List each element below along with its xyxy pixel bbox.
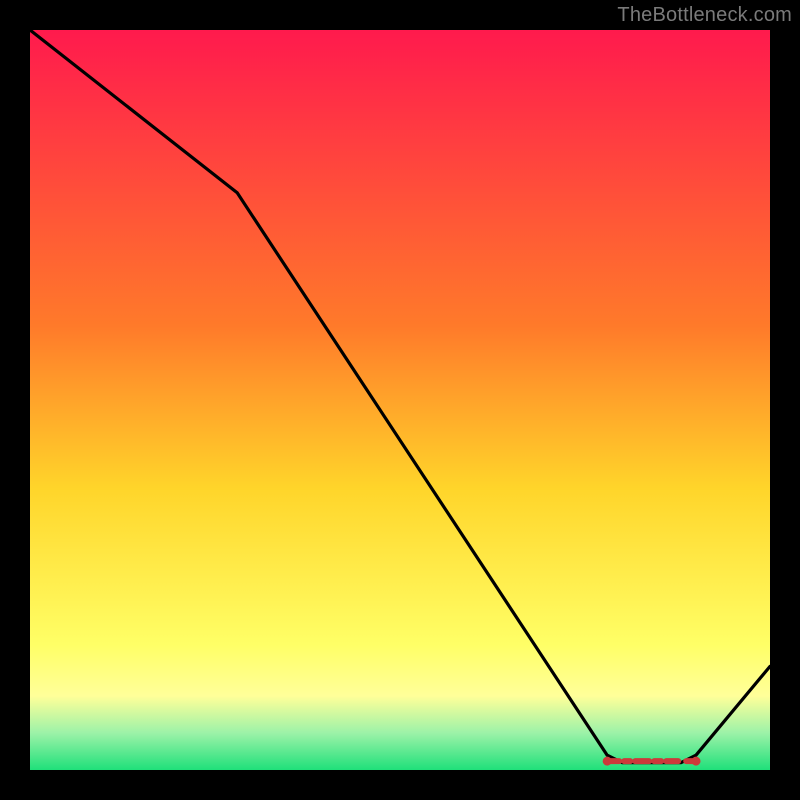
optimal-range-dot-right (692, 757, 701, 766)
chart-background-gradient (30, 30, 770, 770)
watermark-text: TheBottleneck.com (617, 4, 792, 27)
chart-plot-area (30, 30, 770, 770)
optimal-range-dot-left (603, 757, 612, 766)
chart-svg (30, 30, 770, 770)
chart-stage: TheBottleneck.com (0, 0, 800, 800)
